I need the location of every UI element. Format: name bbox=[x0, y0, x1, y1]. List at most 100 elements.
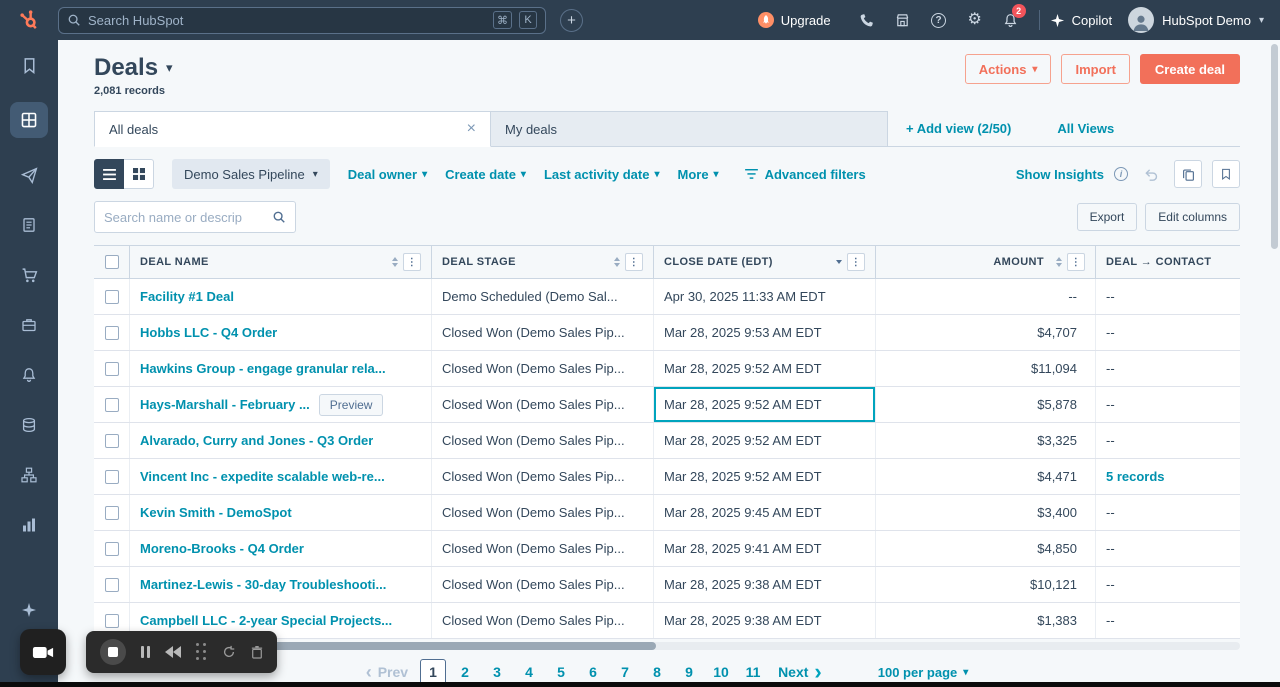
stop-recording-button[interactable] bbox=[100, 639, 126, 665]
deal-name-link[interactable]: Moreno-Brooks - Q4 Order bbox=[140, 541, 304, 556]
deal-name-link[interactable]: Facility #1 Deal bbox=[140, 289, 234, 304]
quick-create-button[interactable]: + bbox=[560, 8, 583, 32]
table-row[interactable]: Vincent Inc - expedite scalable web-re..… bbox=[94, 459, 1240, 495]
deal-name-link[interactable]: Hays-Marshall - February ... bbox=[140, 397, 310, 412]
deal-name-link[interactable]: Vincent Inc - expedite scalable web-re..… bbox=[140, 469, 385, 484]
row-checkbox[interactable] bbox=[104, 289, 119, 304]
vertical-scrollbar-thumb[interactable] bbox=[1271, 44, 1278, 249]
column-menu-button[interactable]: ⋮ bbox=[1067, 253, 1085, 271]
help-button[interactable]: ? bbox=[921, 0, 957, 40]
table-row[interactable]: Hays-Marshall - February ... Preview Clo… bbox=[94, 387, 1240, 423]
per-page-select[interactable]: 100 per page ▾ bbox=[878, 665, 969, 680]
row-checkbox[interactable] bbox=[104, 469, 119, 484]
rewind-button[interactable] bbox=[165, 646, 181, 658]
select-all-checkbox[interactable] bbox=[104, 255, 119, 269]
tab-my-deals[interactable]: My deals bbox=[491, 111, 888, 147]
sidebar-item-data[interactable] bbox=[11, 412, 47, 438]
prev-page-button[interactable]: ‹ Prev bbox=[366, 663, 408, 681]
table-row[interactable]: Moreno-Brooks - Q4 Order Closed Won (Dem… bbox=[94, 531, 1240, 567]
delete-recording-button[interactable] bbox=[251, 645, 263, 659]
close-date-cell[interactable]: Mar 28, 2025 9:52 AM EDT bbox=[654, 423, 876, 458]
row-checkbox[interactable] bbox=[104, 433, 119, 448]
list-view-button[interactable] bbox=[94, 159, 124, 189]
filter-more[interactable]: More ▾ bbox=[677, 167, 718, 182]
save-view-button[interactable] bbox=[1212, 160, 1240, 188]
add-view-link[interactable]: + Add view (2/50) bbox=[906, 121, 1011, 136]
table-search-input[interactable] bbox=[104, 209, 266, 225]
show-insights-link[interactable]: Show Insights bbox=[1016, 167, 1104, 182]
upgrade-button[interactable]: Upgrade bbox=[757, 12, 831, 28]
advanced-filters-button[interactable]: Advanced filters bbox=[744, 167, 866, 182]
info-icon[interactable]: i bbox=[1114, 167, 1128, 181]
hubspot-logo-icon[interactable] bbox=[0, 9, 58, 31]
table-row[interactable]: Facility #1 Deal Demo Scheduled (Demo Sa… bbox=[94, 279, 1240, 315]
next-page-button[interactable]: Next › bbox=[778, 661, 822, 683]
export-button[interactable]: Export bbox=[1076, 203, 1138, 231]
row-checkbox[interactable] bbox=[104, 505, 119, 520]
filter-create-date[interactable]: Create date ▾ bbox=[445, 167, 526, 182]
sidebar-item-content[interactable] bbox=[11, 212, 47, 238]
column-menu-button[interactable]: ⋮ bbox=[847, 253, 865, 271]
column-header-close-date[interactable]: CLOSE DATE (EDT) ⋮ bbox=[654, 246, 876, 278]
column-menu-button[interactable]: ⋮ bbox=[625, 253, 643, 271]
filter-deal-owner[interactable]: Deal owner ▾ bbox=[348, 167, 427, 182]
sort-icon[interactable] bbox=[614, 257, 620, 267]
global-search[interactable]: ⌘ K bbox=[58, 6, 546, 34]
pipeline-select[interactable]: Demo Sales Pipeline ▾ bbox=[172, 159, 330, 189]
sort-desc-icon[interactable] bbox=[836, 260, 842, 264]
sidebar-item-ai[interactable] bbox=[11, 597, 47, 623]
table-row[interactable]: Martinez-Lewis - 30-day Troubleshooti...… bbox=[94, 567, 1240, 603]
global-search-input[interactable] bbox=[88, 12, 486, 28]
settings-button[interactable]: ⚙ bbox=[957, 0, 993, 40]
close-icon[interactable]: × bbox=[467, 121, 476, 137]
sidebar-item-notifications[interactable] bbox=[11, 362, 47, 388]
row-checkbox[interactable] bbox=[104, 541, 119, 556]
row-checkbox[interactable] bbox=[104, 613, 119, 628]
table-row[interactable]: Kevin Smith - DemoSpot Closed Won (Demo … bbox=[94, 495, 1240, 531]
title-dropdown-icon[interactable]: ▾ bbox=[166, 60, 173, 76]
all-views-link[interactable]: All Views bbox=[1057, 121, 1114, 136]
deal-name-link[interactable]: Kevin Smith - DemoSpot bbox=[140, 505, 292, 520]
clone-view-button[interactable] bbox=[1174, 160, 1202, 188]
board-view-button[interactable] bbox=[124, 159, 154, 189]
copilot-button[interactable]: Copilot bbox=[1050, 13, 1112, 28]
deal-name-link[interactable]: Hawkins Group - engage granular rela... bbox=[140, 361, 386, 376]
table-row[interactable]: Alvarado, Curry and Jones - Q3 Order Clo… bbox=[94, 423, 1240, 459]
close-date-cell[interactable]: Mar 28, 2025 9:52 AM EDT bbox=[654, 387, 876, 422]
vertical-scrollbar[interactable] bbox=[1271, 44, 1278, 636]
row-checkbox[interactable] bbox=[104, 397, 119, 412]
sidebar-item-bookmarks[interactable] bbox=[11, 52, 47, 78]
create-deal-button[interactable]: Create deal bbox=[1139, 54, 1240, 84]
column-header-deal-name[interactable]: DEAL NAME ⋮ bbox=[130, 246, 432, 278]
deal-name-link[interactable]: Hobbs LLC - Q4 Order bbox=[140, 325, 277, 340]
calling-button[interactable] bbox=[849, 0, 885, 40]
tab-all-deals[interactable]: All deals × bbox=[94, 111, 491, 147]
sidebar-item-crm[interactable] bbox=[10, 102, 48, 138]
close-date-cell[interactable]: Mar 28, 2025 9:52 AM EDT bbox=[654, 351, 876, 386]
account-menu[interactable]: HubSpot Demo ▾ bbox=[1128, 7, 1280, 33]
row-checkbox[interactable] bbox=[104, 325, 119, 340]
close-date-cell[interactable]: Mar 28, 2025 9:38 AM EDT bbox=[654, 603, 876, 638]
notifications-button[interactable]: 2 bbox=[993, 0, 1029, 40]
camera-button[interactable] bbox=[20, 629, 66, 675]
column-header-amount[interactable]: AMOUNT ⋮ bbox=[876, 246, 1096, 278]
row-checkbox[interactable] bbox=[104, 361, 119, 376]
edit-columns-button[interactable]: Edit columns bbox=[1145, 203, 1240, 231]
deal-name-link[interactable]: Alvarado, Curry and Jones - Q3 Order bbox=[140, 433, 373, 448]
preview-button[interactable]: Preview bbox=[318, 393, 384, 416]
undo-button[interactable] bbox=[1138, 161, 1164, 187]
table-search[interactable] bbox=[94, 201, 296, 233]
close-date-cell[interactable]: Mar 28, 2025 9:53 AM EDT bbox=[654, 315, 876, 350]
table-row[interactable]: Hobbs LLC - Q4 Order Closed Won (Demo Sa… bbox=[94, 315, 1240, 351]
row-checkbox[interactable] bbox=[104, 577, 119, 592]
marketplace-button[interactable] bbox=[885, 0, 921, 40]
close-date-cell[interactable]: Mar 28, 2025 9:45 AM EDT bbox=[654, 495, 876, 530]
sidebar-item-service[interactable] bbox=[11, 312, 47, 338]
import-button[interactable]: Import bbox=[1061, 54, 1130, 84]
table-row[interactable]: Hawkins Group - engage granular rela... … bbox=[94, 351, 1240, 387]
deal-name-link[interactable]: Martinez-Lewis - 30-day Troubleshooti... bbox=[140, 577, 386, 592]
filter-last-activity-date[interactable]: Last activity date ▾ bbox=[544, 167, 660, 182]
deal-name-link[interactable]: Campbell LLC - 2-year Special Projects..… bbox=[140, 613, 392, 628]
column-header-deal-stage[interactable]: DEAL STAGE ⋮ bbox=[432, 246, 654, 278]
drag-handle[interactable] bbox=[196, 643, 207, 661]
